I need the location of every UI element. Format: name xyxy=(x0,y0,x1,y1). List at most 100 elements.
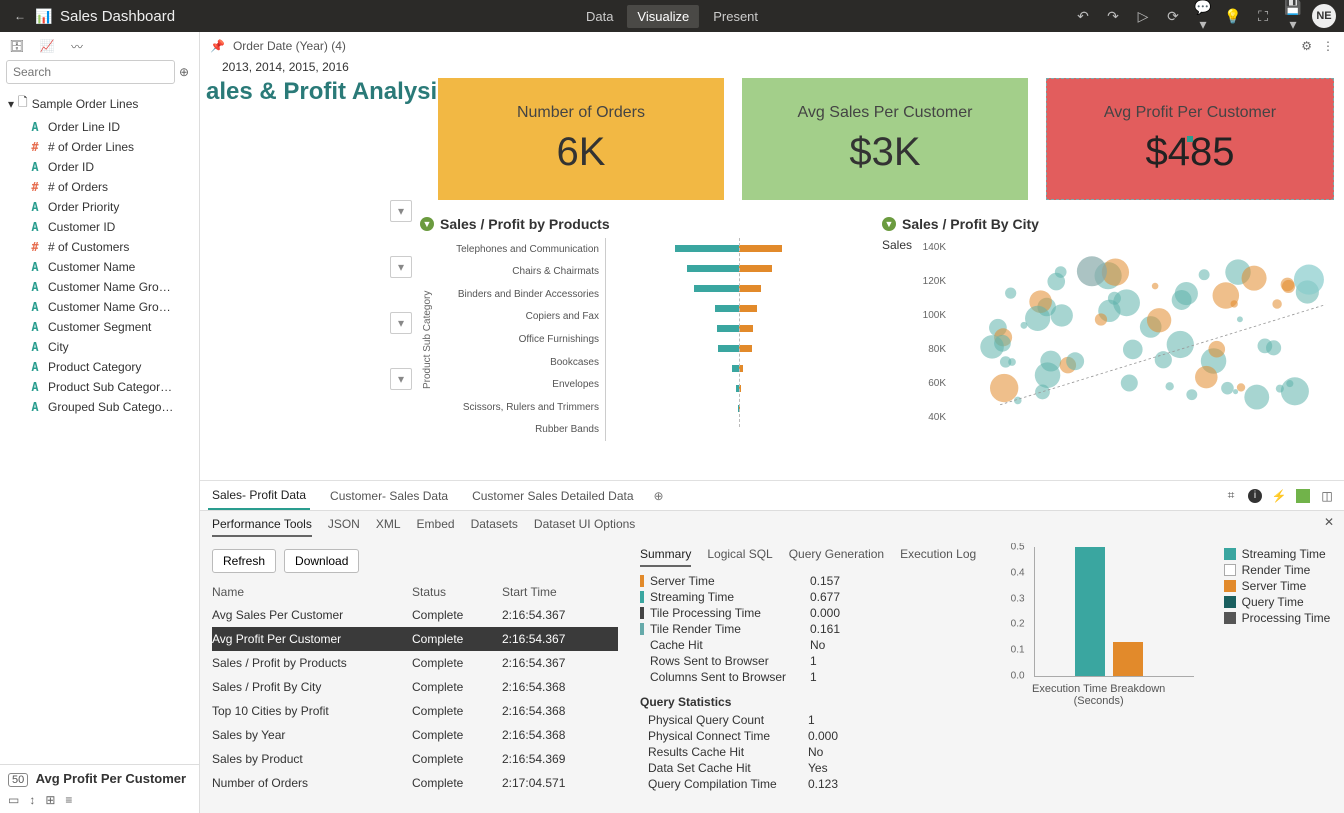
tree-item[interactable]: ACustomer Segment xyxy=(20,317,197,337)
bar-category: Binders and Binder Accessories xyxy=(435,289,599,300)
perf-tab[interactable]: JSON xyxy=(328,517,360,537)
filter-dropdown-2[interactable]: ▾ xyxy=(390,256,412,278)
tree-item[interactable]: ACity xyxy=(20,337,197,357)
perf-tab[interactable]: Dataset UI Options xyxy=(534,517,635,537)
panel-left-icon[interactable] xyxy=(1296,489,1310,503)
search-input[interactable] xyxy=(6,60,175,84)
bar-category: Bookcases xyxy=(435,357,599,368)
add-data-icon[interactable]: ⊕ xyxy=(179,65,193,79)
bolt-icon[interactable]: ⚡ xyxy=(1270,489,1288,503)
perf-row[interactable]: Sales by ProductComplete2:16:54.369 xyxy=(212,747,618,771)
perf-row[interactable]: Sales / Profit By CityComplete2:16:54.36… xyxy=(212,675,618,699)
tree-item[interactable]: AProduct Category xyxy=(20,357,197,377)
tool-4-icon[interactable]: ≡ xyxy=(65,793,72,807)
tree-item[interactable]: ACustomer Name Gro… xyxy=(20,277,197,297)
comment-icon[interactable]: 💬▾ xyxy=(1192,0,1214,33)
perf-tab[interactable]: XML xyxy=(376,517,401,537)
avatar[interactable]: NE xyxy=(1312,4,1336,28)
summary-tab[interactable]: Execution Log xyxy=(900,547,976,567)
refresh-icon[interactable]: ⟳ xyxy=(1162,8,1184,25)
tool-2-icon[interactable]: ↕ xyxy=(29,793,35,807)
perf-tab[interactable]: Datasets xyxy=(471,517,518,537)
kpi-card[interactable]: Number of Orders6K xyxy=(438,78,724,200)
more-icon[interactable]: ⋮ xyxy=(1322,39,1334,53)
grid-icon[interactable]: ⌗ xyxy=(1222,488,1240,503)
close-panel-icon[interactable]: ✕ xyxy=(1324,515,1334,533)
panel-right-icon[interactable]: ◫ xyxy=(1318,489,1336,503)
tree-item[interactable]: AGrouped Sub Catego… xyxy=(20,397,197,417)
settings-icon[interactable]: ⚙ xyxy=(1301,39,1312,53)
tree-item[interactable]: ## of Order Lines xyxy=(20,137,197,157)
tree-item[interactable]: AProduct Sub Categor… xyxy=(20,377,197,397)
summary-tab[interactable]: Logical SQL xyxy=(707,547,772,567)
tree-item[interactable]: ## of Orders xyxy=(20,177,197,197)
tab-present[interactable]: Present xyxy=(703,5,768,28)
tab-visualize[interactable]: Visualize xyxy=(627,5,699,28)
qstat-row: Physical Connect Time0.000 xyxy=(648,728,980,744)
tree-item[interactable]: ACustomer Name Gro… xyxy=(20,297,197,317)
download-button[interactable]: Download xyxy=(284,549,359,573)
kpi-card[interactable]: Avg Sales Per Customer$3K xyxy=(742,78,1028,200)
perf-tab[interactable]: Performance Tools xyxy=(212,517,312,537)
collapse-icon: ▾ xyxy=(8,97,14,111)
perf-row[interactable]: Avg Sales Per CustomerComplete2:16:54.36… xyxy=(212,603,618,627)
tree-item[interactable]: AOrder Priority xyxy=(20,197,197,217)
tool-1-icon[interactable]: ▭ xyxy=(8,793,19,807)
dataset-root[interactable]: ▾ 🗋 Sample Order Lines xyxy=(2,90,197,117)
tree-item[interactable]: ## of Customers xyxy=(20,237,197,257)
trend-icon[interactable]: 〰 xyxy=(68,38,86,55)
scatter-plot[interactable] xyxy=(950,238,1334,438)
canvas-tab-2[interactable]: Customer Sales Detailed Data xyxy=(468,483,637,509)
kpi-card[interactable]: Avg Profit Per Customer$485 xyxy=(1046,78,1334,200)
kv-row: Tile Render Time0.161 xyxy=(640,621,980,637)
bulb-icon[interactable]: 💡 xyxy=(1222,8,1244,25)
ytick: 120K xyxy=(912,276,946,287)
fullscreen-icon[interactable]: ⛶ xyxy=(1252,8,1274,25)
summary-tab[interactable]: Summary xyxy=(640,547,691,567)
perf-row[interactable]: Number of OrdersComplete2:17:04.571 xyxy=(212,771,618,795)
field-type-icon: A xyxy=(28,160,42,174)
tree-item[interactable]: ACustomer ID xyxy=(20,217,197,237)
refresh-button[interactable]: Refresh xyxy=(212,549,276,573)
viz-panel-icon[interactable]: 📈 xyxy=(38,39,56,53)
canvas-tab-0[interactable]: Sales- Profit Data xyxy=(208,482,310,510)
pin-icon[interactable]: 📌 xyxy=(210,39,225,53)
legend-item: Streaming Time xyxy=(1224,547,1331,561)
bar-category: Scissors, Rulers and Trimmers xyxy=(435,402,599,413)
tab-data[interactable]: Data xyxy=(576,5,623,28)
filter-label[interactable]: Order Date (Year) (4) xyxy=(233,39,346,53)
perf-tab[interactable]: Embed xyxy=(417,517,455,537)
ytick: 80K xyxy=(912,344,946,355)
field-type-icon: A xyxy=(28,280,42,294)
canvas-tab-1[interactable]: Customer- Sales Data xyxy=(326,483,452,509)
perf-row[interactable]: Top 10 Cities by ProfitComplete2:16:54.3… xyxy=(212,699,618,723)
filter-dropdown-4[interactable]: ▾ xyxy=(390,368,412,390)
tool-3-icon[interactable]: ⊞ xyxy=(45,793,55,807)
filter-icon[interactable]: ▼ xyxy=(420,217,434,231)
sidebar: 🗄 📈 〰 ⊕ ▾ 🗋 Sample Order Lines AOrder Li… xyxy=(0,32,200,813)
undo-icon[interactable]: ↶ xyxy=(1072,8,1094,25)
filter-dropdown-1[interactable]: ▾ xyxy=(390,200,412,222)
filter-dropdown-3[interactable]: ▾ xyxy=(390,312,412,334)
mini-bar xyxy=(1113,642,1143,676)
perf-row[interactable]: Avg Profit Per CustomerComplete2:16:54.3… xyxy=(212,627,618,651)
bar-category: Rubber Bands xyxy=(435,424,599,435)
data-panel-icon[interactable]: 🗄 xyxy=(8,39,26,53)
perf-row[interactable]: Sales / Profit by ProductsComplete2:16:5… xyxy=(212,651,618,675)
field-type-icon: A xyxy=(28,400,42,414)
field-type-icon: A xyxy=(28,300,42,314)
tree-item[interactable]: AOrder Line ID xyxy=(20,117,197,137)
filter-icon[interactable]: ▼ xyxy=(882,217,896,231)
tree-item[interactable]: AOrder ID xyxy=(20,157,197,177)
perf-row[interactable]: Sales by YearComplete2:16:54.368 xyxy=(212,723,618,747)
redo-icon[interactable]: ↷ xyxy=(1102,8,1124,25)
summary-tab[interactable]: Query Generation xyxy=(789,547,884,567)
add-canvas-tab-icon[interactable]: ⊕ xyxy=(654,489,664,503)
back-button[interactable]: ← xyxy=(8,9,32,23)
save-icon[interactable]: 💾▾ xyxy=(1282,0,1304,33)
play-icon[interactable]: ▷ xyxy=(1132,8,1154,25)
bar-category: Telephones and Communication xyxy=(435,244,599,255)
tree-item[interactable]: ACustomer Name xyxy=(20,257,197,277)
info-icon[interactable]: i xyxy=(1248,489,1262,503)
legend-item: Server Time xyxy=(1224,579,1331,593)
